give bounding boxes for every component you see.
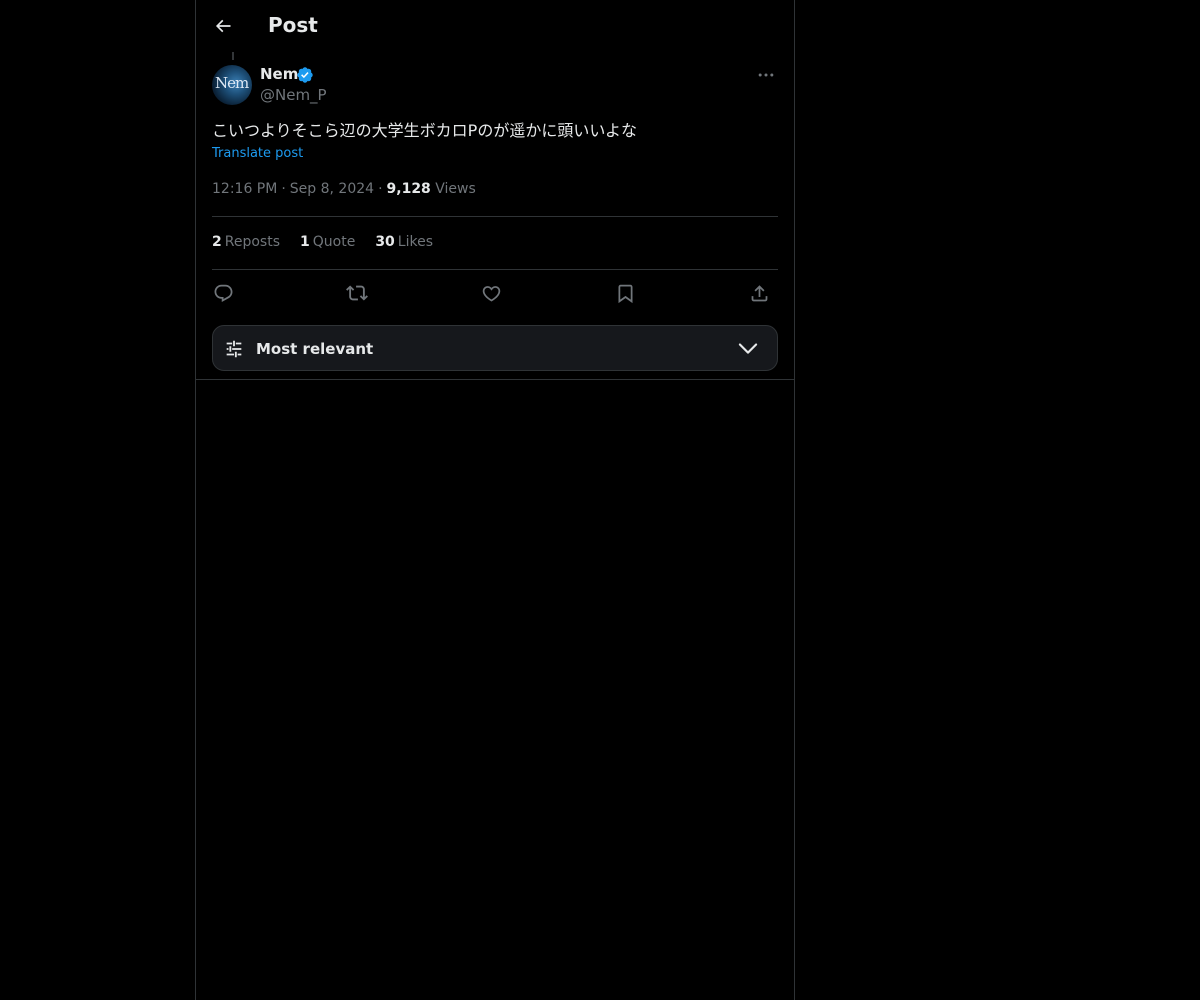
bookmark-icon <box>618 284 632 303</box>
avatar-text: Nem <box>215 74 249 92</box>
display-name[interactable]: Nem <box>260 65 298 83</box>
chevron-down-icon <box>738 343 758 354</box>
reposts-count: 2 <box>212 234 222 250</box>
bookmark-button[interactable] <box>612 280 638 306</box>
divider <box>212 216 778 217</box>
more-horizontal-icon <box>758 73 774 77</box>
quotes-label: Quote <box>312 234 356 250</box>
page-title: Post <box>268 13 318 37</box>
thread-connector <box>232 52 234 60</box>
sort-label: Most relevant <box>256 340 374 358</box>
section-divider <box>196 379 794 380</box>
post-date[interactable]: Sep 8, 2024 <box>290 181 374 197</box>
likes-label: Likes <box>397 234 434 250</box>
like-icon <box>482 285 500 302</box>
repost-icon <box>346 285 368 301</box>
sliders-icon <box>226 340 242 358</box>
avatar[interactable]: Nem <box>212 65 252 105</box>
views-count: 9,128 <box>386 181 431 197</box>
post-metadata: 12:16 PM · Sep 8, 2024 · 9,128 Views <box>212 181 476 197</box>
divider <box>212 269 778 270</box>
repost-button[interactable] <box>344 280 370 306</box>
action-bar <box>212 280 778 306</box>
user-handle[interactable]: @Nem_P <box>260 86 327 104</box>
quotes-count: 1 <box>300 234 310 250</box>
views-label: Views <box>435 181 476 197</box>
post-detail-column: Post Nem Nem @Nem_P こいつよりそこら辺の大学生ボカロPのが遥… <box>195 0 795 1000</box>
translate-post-link[interactable]: Translate post <box>212 146 303 161</box>
verified-badge-icon <box>297 67 313 83</box>
reposts-label: Reposts <box>224 234 280 250</box>
likes-count: 30 <box>375 234 395 250</box>
more-options-button[interactable] <box>754 65 778 85</box>
author-row: Nem Nem @Nem_P <box>212 64 778 108</box>
post-text: こいつよりそこら辺の大学生ボカロPのが遥かに頭いいよな <box>212 121 638 140</box>
reply-icon <box>214 284 232 302</box>
reply-button[interactable] <box>210 280 236 306</box>
share-button[interactable] <box>746 280 772 306</box>
like-button[interactable] <box>478 280 504 306</box>
arrow-left-icon <box>215 19 231 33</box>
top-bar: Post <box>196 0 794 53</box>
quotes-stat[interactable]: 1 Quote <box>300 234 355 250</box>
likes-stat[interactable]: 30 Likes <box>375 234 433 250</box>
separator-dot: · <box>281 181 286 197</box>
separator-dot: · <box>378 181 383 197</box>
reply-sort-dropdown[interactable]: Most relevant <box>212 325 778 371</box>
engagement-stats: 2 Reposts 1 Quote 30 Likes <box>212 234 433 250</box>
share-icon <box>751 284 767 301</box>
back-button[interactable] <box>212 15 234 37</box>
reposts-stat[interactable]: 2 Reposts <box>212 234 280 250</box>
post-time[interactable]: 12:16 PM <box>212 181 277 197</box>
